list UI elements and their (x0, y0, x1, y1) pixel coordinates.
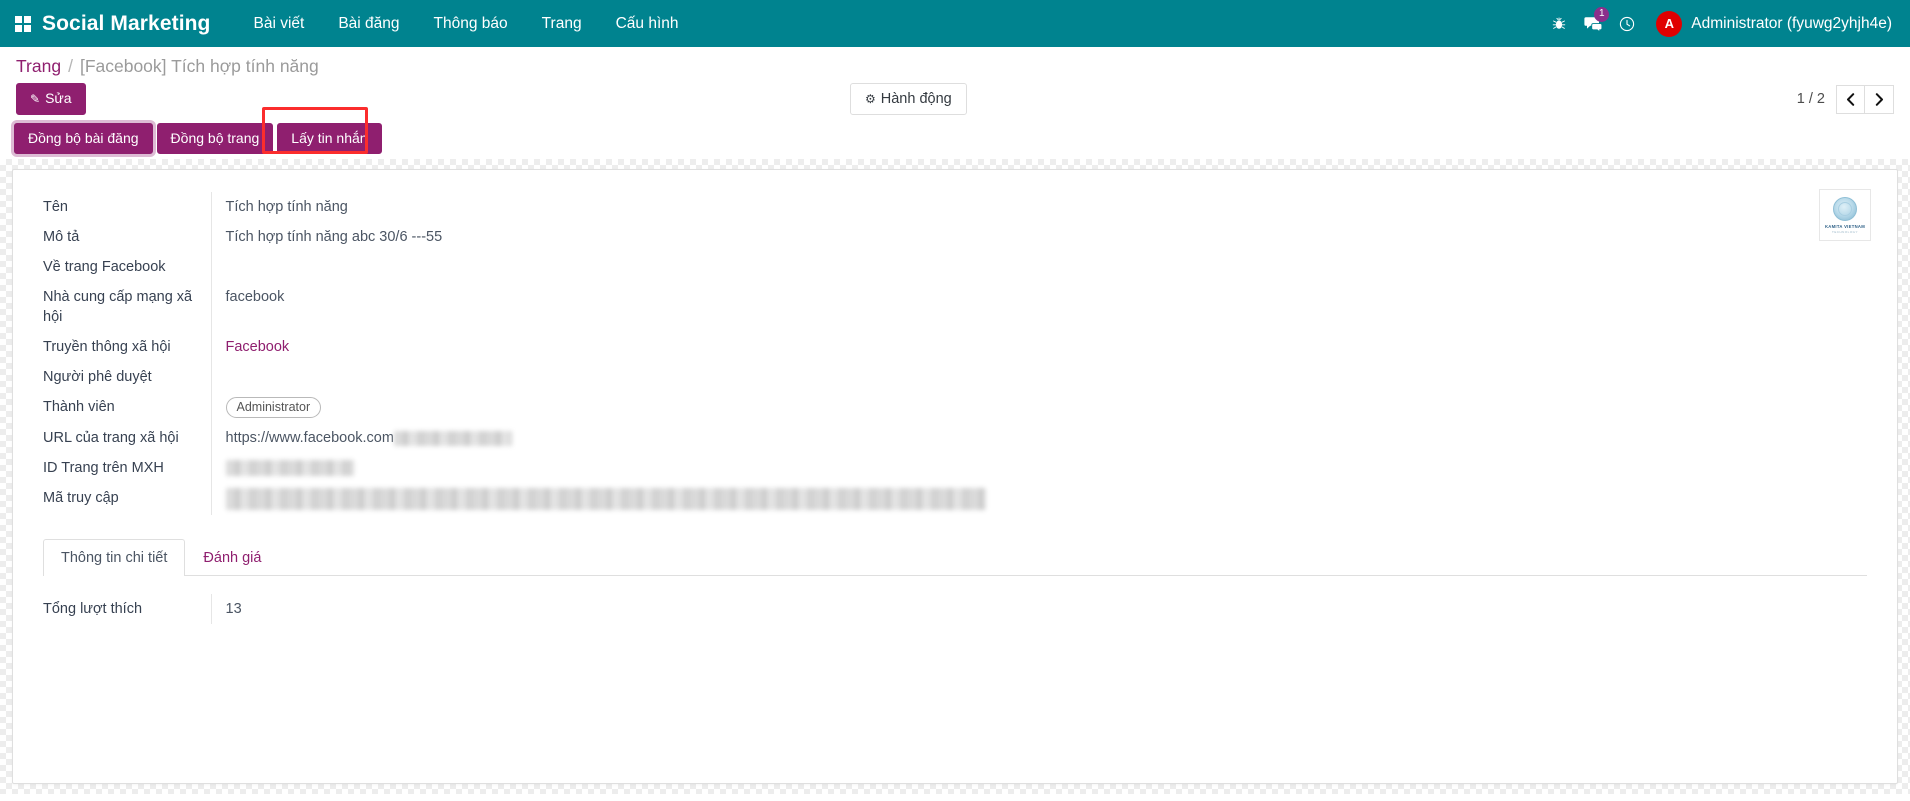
company-logo-image: KAMITA VIETNAM TECHNOLOGY (1819, 189, 1871, 241)
field-row-ten: Tên Tích hợp tính năng (43, 192, 1867, 222)
field-row-thanh-vien: Thành viên Administrator (43, 392, 1867, 423)
apps-grid-icon[interactable] (10, 11, 36, 37)
field-label-ten: Tên (43, 199, 68, 215)
navbar-systray: 1 A Administrator (fyuwg2yhjh4e) (1542, 0, 1894, 47)
control-panel-buttons: ✎ Sửa ⚙ Hành động 1 / 2 (14, 80, 1896, 123)
field-value-ten[interactable]: Tích hợp tính năng (210, 192, 1867, 222)
field-label-nha-cung-cap: Nhà cung cấp mạng xã hội (43, 289, 193, 325)
field-label-thanh-vien: Thành viên (43, 399, 115, 415)
redacted-page-id (225, 460, 354, 477)
notebook-field-group: Tổng lượt thích 13 (43, 594, 1867, 624)
field-label-mo-ta: Mô tả (43, 229, 80, 245)
field-row-nha-cung-cap: Nhà cung cấp mạng xã hội facebook (43, 282, 1867, 332)
pager: 1 / 2 (1796, 84, 1894, 114)
action-button[interactable]: ⚙ Hành động (850, 83, 967, 115)
field-value-nguoi-phe-duyet[interactable] (210, 362, 1867, 392)
form-sheet-background: KAMITA VIETNAM TECHNOLOGY Tên Tích hợp t… (0, 159, 1910, 794)
app-brand-title[interactable]: Social Marketing (42, 12, 210, 36)
action-button-label: Hành động (880, 91, 952, 107)
field-value-truyen-thong-xa-hoi[interactable]: Facebook (210, 332, 1867, 362)
field-row-url-trang-xa-hoi: URL của trang xã hội https://www.faceboo… (43, 423, 1867, 453)
sync-page-button[interactable]: Đồng bộ trang (156, 123, 274, 154)
avatar: A (1656, 10, 1683, 37)
field-row-tong-luot-thich: Tổng lượt thích 13 (43, 594, 1867, 624)
sync-posts-button[interactable]: Đồng bộ bài đăng (14, 123, 153, 154)
menu-item-trang[interactable]: Trang (525, 0, 599, 47)
logo-subtitle: TECHNOLOGY (1831, 229, 1858, 234)
field-group: Tên Tích hợp tính năng Mô tả Tích hợp tí… (43, 192, 1867, 515)
tab-thong-tin-chi-tiet[interactable]: Thông tin chi tiết (43, 539, 186, 576)
field-label-ma-truy-cap: Mã truy cập (43, 490, 119, 506)
field-label-ve-trang-facebook: Về trang Facebook (43, 259, 166, 275)
user-menu[interactable]: A Administrator (fyuwg2yhjh4e) (1644, 0, 1894, 47)
activities-clock-icon[interactable] (1610, 0, 1644, 47)
field-label-id-trang-mxh: ID Trang trên MXH (43, 460, 164, 476)
pager-next-button[interactable] (1865, 84, 1894, 114)
field-row-mo-ta: Mô tả Tích hợp tính năng abc 30/6 ---55 (43, 222, 1867, 252)
main-menu: Bài viết Bài đăng Thông báo Trang Cấu hì… (236, 0, 695, 47)
user-name-label: Administrator (fyuwg2yhjh4e) (1691, 14, 1892, 32)
edit-button-label: Sửa (45, 90, 72, 106)
logo-title: KAMITA VIETNAM (1824, 223, 1866, 229)
notebook-tabs: Thông tin chi tiết Đánh giá (43, 539, 1867, 576)
gear-icon: ⚙ (865, 92, 876, 106)
control-panel: Trang / [Facebook] Tích hợp tính năng ✎ S… (0, 47, 1910, 123)
object-button-bar: Đồng bộ bài đăng Đồng bộ trang Lấy tin n… (0, 107, 1910, 159)
breadcrumb-current: [Facebook] Tích hợp tính năng (79, 56, 319, 76)
breadcrumb-root[interactable]: Trang (16, 56, 61, 77)
field-value-mo-ta[interactable]: Tích hợp tính năng abc 30/6 ---55 (210, 222, 1867, 252)
logo-globe-icon (1833, 196, 1857, 221)
tab-danh-gia[interactable]: Đánh giá (185, 539, 279, 576)
pager-label: 1 / 2 (1796, 91, 1825, 107)
field-label-truyen-thong-xa-hoi: Truyền thông xã hội (43, 339, 171, 355)
member-tag[interactable]: Administrator (225, 397, 322, 418)
top-navbar: Social Marketing Bài viết Bài đăng Thông… (0, 0, 1910, 47)
field-row-ve-trang-facebook: Về trang Facebook (43, 252, 1867, 282)
field-label-url-trang-xa-hoi: URL của trang xã hội (43, 430, 179, 446)
debug-bug-icon[interactable] (1542, 0, 1576, 47)
redacted-access-token (225, 488, 986, 510)
messages-badge: 1 (1594, 7, 1610, 22)
breadcrumb: Trang / [Facebook] Tích hợp tính năng (14, 47, 1896, 80)
field-value-url-trang-xa-hoi[interactable]: https://www.facebook.com (210, 423, 1867, 453)
object-button-group: Đồng bộ bài đăng Đồng bộ trang Lấy tin n… (14, 107, 386, 154)
pager-previous-button[interactable] (1836, 84, 1865, 114)
menu-item-bai-viet[interactable]: Bài viết (236, 0, 321, 47)
field-value-ve-trang-facebook[interactable] (210, 252, 1867, 282)
redacted-url-suffix (393, 430, 512, 446)
field-label-nguoi-phe-duyet: Người phê duyệt (43, 369, 152, 385)
notebook: Thông tin chi tiết Đánh giá Tổng lượt th… (43, 539, 1867, 624)
field-value-thanh-vien[interactable]: Administrator (210, 392, 1867, 423)
record-link[interactable]: Facebook (226, 339, 290, 355)
field-label-tong-luot-thich: Tổng lượt thích (43, 601, 143, 617)
breadcrumb-separator: / (68, 56, 73, 76)
menu-item-cau-hinh[interactable]: Cấu hình (599, 0, 696, 47)
field-row-id-trang-mxh: ID Trang trên MXH (43, 453, 1867, 483)
notebook-page-thong-tin-chi-tiet: Tổng lượt thích 13 (43, 576, 1867, 624)
field-row-nguoi-phe-duyet: Người phê duyệt (43, 362, 1867, 392)
pencil-icon: ✎ (30, 92, 41, 106)
url-text: https://www.facebook.com (225, 430, 394, 446)
fetch-messages-button[interactable]: Lấy tin nhắn (277, 123, 382, 154)
form-sheet: KAMITA VIETNAM TECHNOLOGY Tên Tích hợp t… (12, 169, 1898, 784)
field-value-id-trang-mxh[interactable] (210, 453, 1867, 483)
pager-buttons (1836, 84, 1894, 114)
field-value-nha-cung-cap[interactable]: facebook (210, 282, 1867, 332)
field-row-ma-truy-cap: Mã truy cập (43, 483, 1867, 515)
messages-icon[interactable]: 1 (1576, 0, 1610, 47)
menu-item-bai-dang[interactable]: Bài đăng (321, 0, 416, 47)
field-row-truyen-thong-xa-hoi: Truyền thông xã hội Facebook (43, 332, 1867, 362)
field-value-ma-truy-cap[interactable] (210, 483, 1867, 515)
menu-item-thong-bao[interactable]: Thông báo (417, 0, 525, 47)
field-value-tong-luot-thich[interactable]: 13 (210, 594, 1867, 624)
edit-button[interactable]: ✎ Sửa (16, 83, 86, 115)
